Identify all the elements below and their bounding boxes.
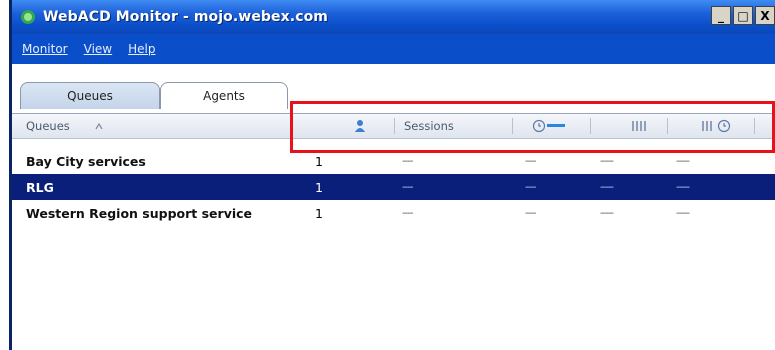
queue-count: 1	[315, 153, 323, 169]
content-area: Queues Agents Queues Sessions Bay City s…	[12, 64, 775, 350]
menu-view[interactable]: View	[84, 42, 112, 56]
queue-count: 1	[315, 205, 323, 221]
app-icon	[21, 10, 35, 24]
queue-agents-available: -----	[600, 181, 614, 193]
queue-name: RLG	[26, 179, 54, 195]
queue-name: Bay City services	[26, 153, 146, 169]
queue-agents-wait: -----	[676, 155, 690, 167]
window-controls: _ □ X	[711, 6, 775, 25]
tab-queues[interactable]: Queues	[20, 82, 160, 109]
table-header: Queues Sessions	[12, 113, 775, 139]
menu-help[interactable]: Help	[128, 42, 155, 56]
table-row[interactable]: RLG 1 ---- ---- ----- -----	[12, 174, 775, 200]
queue-agents-wait: -----	[676, 181, 690, 193]
app-window: WebACD Monitor - mojo.webex.com _ □ X Mo…	[9, 0, 775, 350]
tab-strip: Queues Agents	[12, 64, 775, 114]
queue-agents-available: -----	[600, 207, 614, 219]
table-row[interactable]: Bay City services 1 ---- ---- ----- ----…	[12, 148, 775, 174]
maximize-button[interactable]: □	[733, 6, 753, 25]
agents-wait-icon[interactable]	[700, 114, 736, 138]
queue-sessions: ----	[402, 207, 413, 219]
queue-name: Western Region support service	[26, 205, 253, 221]
header-sessions[interactable]: Sessions	[404, 114, 454, 138]
menu-bar: Monitor View Help	[12, 34, 775, 64]
header-queues[interactable]: Queues	[26, 114, 70, 138]
menu-monitor[interactable]: Monitor	[22, 42, 68, 56]
close-button[interactable]: X	[755, 6, 775, 25]
queue-wait-time: ----	[525, 207, 536, 219]
queue-wait-time: ----	[525, 181, 536, 193]
tab-agents[interactable]: Agents	[160, 82, 288, 109]
queue-agents-available: -----	[600, 155, 614, 167]
queue-sessions: ----	[402, 155, 413, 167]
queue-count: 1	[315, 179, 323, 195]
sort-icon[interactable]	[94, 114, 104, 138]
agents-available-icon[interactable]	[630, 114, 648, 138]
minimize-button[interactable]: _	[711, 6, 731, 25]
title-bar[interactable]: WebACD Monitor - mojo.webex.com _ □ X	[12, 0, 775, 34]
agent-icon[interactable]	[354, 114, 366, 138]
queue-sessions: ----	[402, 181, 413, 193]
queue-agents-wait: -----	[676, 207, 690, 219]
wait-time-icon[interactable]	[532, 114, 568, 138]
queue-wait-time: ----	[525, 155, 536, 167]
table-row[interactable]: Western Region support service 1 ---- --…	[12, 200, 775, 226]
window-title: WebACD Monitor - mojo.webex.com	[43, 9, 328, 25]
